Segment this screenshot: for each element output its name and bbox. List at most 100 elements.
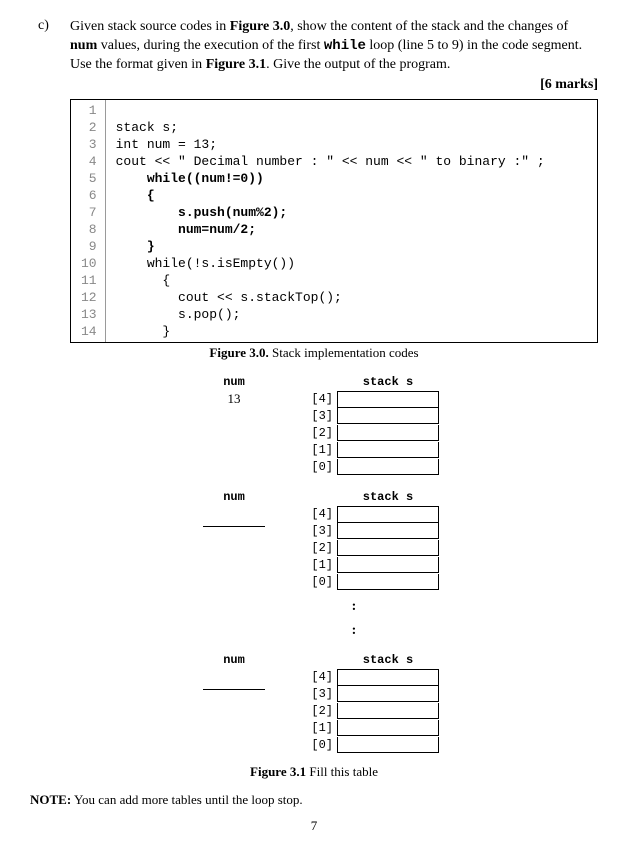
num-hdr-2: num: [189, 490, 279, 504]
ln-1: 1: [81, 102, 97, 119]
question-c: c) Given stack source codes in Figure 3.…: [30, 18, 598, 75]
question-text: Given stack source codes in Figure 3.0, …: [70, 18, 598, 75]
idx-3-1: [1]: [301, 721, 337, 735]
idx-3-4: [4]: [301, 670, 337, 684]
idx-3-3: [3]: [301, 687, 337, 701]
cell-3-0: [337, 737, 439, 753]
idx-2-1: [1]: [301, 558, 337, 572]
num-bold: num: [70, 38, 97, 53]
cell-1-0: [337, 459, 439, 475]
num-hdr-1: num: [189, 375, 279, 389]
cell-2-2: [337, 540, 439, 556]
note-rest: You can add more tables until the loop s…: [71, 792, 302, 807]
ln-12: 12: [81, 289, 97, 306]
num-blank-3: [203, 673, 265, 690]
fig30-ref: Figure 3.0: [230, 19, 290, 34]
ln-10: 10: [81, 255, 97, 272]
stack-hdr-3: stack s: [337, 653, 439, 667]
code-3: int num = 13;: [116, 136, 545, 153]
fig30-rest: Stack implementation codes: [269, 345, 419, 360]
ln-4: 4: [81, 153, 97, 170]
ellipsis-2: :: [110, 623, 598, 639]
stack-col-1: stack s [4] [3] [2] [1] [0]: [301, 375, 439, 476]
code-9: }: [116, 238, 545, 255]
marks-label: [6 marks]: [30, 77, 598, 93]
num-hdr-3: num: [189, 653, 279, 667]
ln-13: 13: [81, 306, 97, 323]
ellipsis-1: :: [110, 599, 598, 615]
idx-1-0: [0]: [301, 460, 337, 474]
stack-table-3: [4] [3] [2] [1] [0]: [301, 669, 439, 754]
figure-3-1-caption: Figure 3.1 Fill this table: [30, 764, 598, 780]
idx-2-2: [2]: [301, 541, 337, 555]
qt-5: . Give the output of the program.: [266, 57, 450, 72]
trace-iteration-n: num stack s [4] [3] [2] [1] [0]: [30, 653, 598, 754]
idx-1-2: [2]: [301, 426, 337, 440]
code-13: s.pop();: [116, 306, 545, 323]
stack-table-1: [4] [3] [2] [1] [0]: [301, 391, 439, 476]
code-14: }: [116, 323, 545, 340]
qt-3: values, during the execution of the firs…: [97, 38, 324, 53]
stack-hdr-1: stack s: [337, 375, 439, 389]
idx-2-3: [3]: [301, 524, 337, 538]
idx-1-1: [1]: [301, 443, 337, 457]
stack-table-2: [4] [3] [2] [1] [0]: [301, 506, 439, 591]
code-11: {: [116, 272, 545, 289]
figure-3-0-caption: Figure 3.0. Stack implementation codes: [30, 345, 598, 361]
code-10: while(!s.isEmpty()): [116, 255, 545, 272]
ln-14: 14: [81, 323, 97, 340]
cell-3-2: [337, 703, 439, 719]
ln-7: 7: [81, 204, 97, 221]
code-8: num=num/2;: [116, 221, 545, 238]
code-1: [116, 102, 545, 119]
num-col-2: num: [189, 490, 279, 591]
cell-3-4: [337, 669, 439, 686]
idx-2-0: [0]: [301, 575, 337, 589]
cell-3-1: [337, 720, 439, 736]
cell-2-0: [337, 574, 439, 590]
fig31-rest: Fill this table: [306, 764, 378, 779]
cell-1-4: [337, 391, 439, 408]
trace-iteration-2: num stack s [4] [3] [2] [1] [0]: [30, 490, 598, 591]
code-lines: stack s; int num = 13; cout << " Decimal…: [106, 100, 551, 342]
ln-11: 11: [81, 272, 97, 289]
qt-2: , show the content of the stack and the …: [290, 19, 568, 34]
cell-1-3: [337, 408, 439, 424]
idx-3-0: [0]: [301, 738, 337, 752]
cell-1-1: [337, 442, 439, 458]
trace-iteration-1: num 13 stack s [4] [3] [2] [1] [0]: [30, 375, 598, 476]
num-blank-2: [203, 510, 265, 527]
ln-3: 3: [81, 136, 97, 153]
cell-2-3: [337, 523, 439, 539]
num-val-1: 13: [189, 391, 279, 407]
qt-1: Given stack source codes in: [70, 19, 230, 34]
code-12: cout << s.stackTop();: [116, 289, 545, 306]
idx-1-4: [4]: [301, 392, 337, 406]
fig30-bold: Figure 3.0.: [209, 345, 268, 360]
cell-2-4: [337, 506, 439, 523]
code-2: stack s;: [116, 119, 545, 136]
fig31-ref: Figure 3.1: [206, 57, 266, 72]
question-label: c): [30, 18, 70, 75]
code-4: cout << " Decimal number : " << num << "…: [116, 153, 545, 170]
cell-1-2: [337, 425, 439, 441]
note-bold: NOTE:: [30, 792, 71, 807]
page-number: 7: [30, 818, 598, 834]
ln-8: 8: [81, 221, 97, 238]
stack-hdr-2: stack s: [337, 490, 439, 504]
ln-5: 5: [81, 170, 97, 187]
idx-1-3: [3]: [301, 409, 337, 423]
idx-3-2: [2]: [301, 704, 337, 718]
stack-col-3: stack s [4] [3] [2] [1] [0]: [301, 653, 439, 754]
num-col-1: num 13: [189, 375, 279, 476]
while-bold: while: [324, 38, 366, 54]
code-listing: 1 2 3 4 5 6 7 8 9 10 11 12 13 14 stack s…: [70, 99, 598, 343]
code-5: while((num!=0)): [116, 170, 545, 187]
ln-2: 2: [81, 119, 97, 136]
note-line: NOTE: You can add more tables until the …: [30, 792, 598, 808]
ln-6: 6: [81, 187, 97, 204]
ln-9: 9: [81, 238, 97, 255]
code-7: s.push(num%2);: [116, 204, 545, 221]
line-numbers: 1 2 3 4 5 6 7 8 9 10 11 12 13 14: [71, 100, 106, 342]
num-col-3: num: [189, 653, 279, 754]
